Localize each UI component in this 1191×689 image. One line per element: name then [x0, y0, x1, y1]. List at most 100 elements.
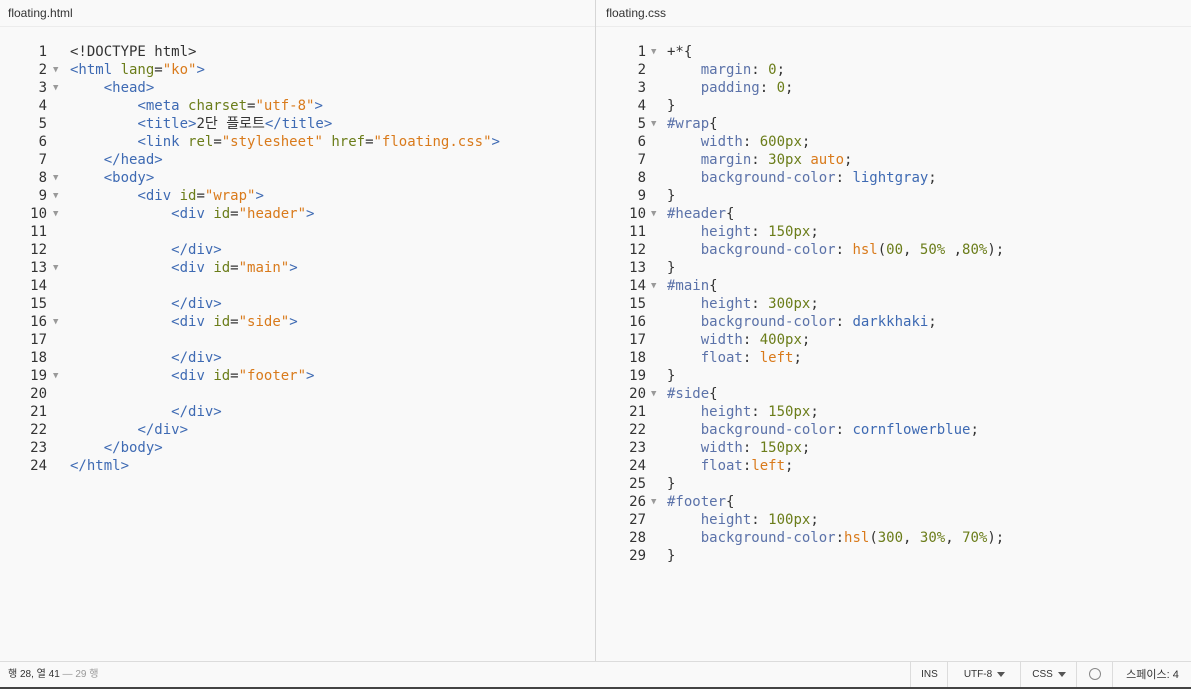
code-line[interactable]: 15 height: 300px;	[596, 295, 1191, 313]
line-content: background-color:hsl(300, 30%, 70%);	[667, 529, 1005, 547]
code-line[interactable]: 22 </div>	[0, 421, 595, 439]
code-line[interactable]: 16 ▼ <div id="side">	[0, 313, 595, 331]
code-line[interactable]: 18 </div>	[0, 349, 595, 367]
code-line[interactable]: 10 ▼ <div id="header">	[0, 205, 595, 223]
code-line[interactable]: 20 ▼ #side{	[596, 385, 1191, 403]
fold-triangle-icon[interactable]: ▼	[651, 205, 656, 223]
fold-triangle-icon[interactable]: ▼	[53, 79, 58, 97]
code-line[interactable]: 23 </body>	[0, 439, 595, 457]
code-line[interactable]: 1 ▼ +*{	[596, 43, 1191, 61]
code-line[interactable]: 17 width: 400px;	[596, 331, 1191, 349]
code-token: </div>	[171, 350, 222, 366]
line-content: }	[667, 475, 675, 493]
pane-filename-left[interactable]: floating.html	[0, 0, 595, 27]
ins-mode-toggle[interactable]: INS	[910, 662, 948, 689]
code-line[interactable]: 18 float: left;	[596, 349, 1191, 367]
code-line[interactable]: 3 padding: 0;	[596, 79, 1191, 97]
line-number: 17	[629, 332, 646, 348]
cursor-position[interactable]: 행 28, 열 41	[8, 669, 60, 680]
code-line[interactable]: 7 margin: 30px auto;	[596, 151, 1191, 169]
code-line[interactable]: 19 ▼ <div id="footer">	[0, 367, 595, 385]
fold-triangle-icon[interactable]: ▼	[651, 493, 656, 511]
code-line[interactable]: 13}	[596, 259, 1191, 277]
code-line[interactable]: 19}	[596, 367, 1191, 385]
code-line[interactable]: 15 </div>	[0, 295, 595, 313]
line-number: 19	[30, 368, 47, 384]
code-line[interactable]: 26 ▼ #footer{	[596, 493, 1191, 511]
code-token: <div	[171, 260, 214, 276]
line-number: 20	[30, 386, 47, 402]
code-line[interactable]: 11	[0, 223, 595, 241]
line-content: <!DOCTYPE html>	[70, 43, 196, 61]
fold-triangle-icon[interactable]: ▼	[651, 277, 656, 295]
editor-pane-right[interactable]: floating.css 1 ▼ +*{2 margin: 0; 3 padding:…	[596, 0, 1191, 661]
code-line[interactable]: 21 height: 150px;	[596, 403, 1191, 421]
line-content: #header{	[667, 205, 734, 223]
code-line[interactable]: 10 ▼ #header{	[596, 205, 1191, 223]
code-line[interactable]: 9 ▼ <div id="wrap">	[0, 187, 595, 205]
code-line[interactable]: 8 background-color: lightgray;	[596, 169, 1191, 187]
language-dropdown[interactable]: CSS	[1020, 662, 1077, 689]
code-line[interactable]: 7 </head>	[0, 151, 595, 169]
code-line[interactable]: 9}	[596, 187, 1191, 205]
code-line[interactable]: 25}	[596, 475, 1191, 493]
code-line[interactable]: 17	[0, 331, 595, 349]
code-line[interactable]: 5 ▼ #wrap{	[596, 115, 1191, 133]
pane-filename-right[interactable]: floating.css	[596, 0, 1191, 27]
code-area-left[interactable]: 1 <!DOCTYPE html> 2 ▼ <html lang="ko"> 3 ▼ <he…	[0, 43, 595, 475]
fold-triangle-icon[interactable]: ▼	[53, 367, 58, 385]
code-line[interactable]: 23 width: 150px;	[596, 439, 1191, 457]
fold-triangle-icon[interactable]: ▼	[53, 187, 58, 205]
code-line[interactable]: 12 </div>	[0, 241, 595, 259]
line-gutter: 2	[0, 61, 47, 79]
code-line[interactable]: 6 <link rel="stylesheet" href="floating.…	[0, 133, 595, 151]
code-line[interactable]: 2 margin: 0;	[596, 61, 1191, 79]
code-line[interactable]: 1 <!DOCTYPE html>	[0, 43, 595, 61]
code-line[interactable]: 14	[0, 277, 595, 295]
code-line[interactable]: 6 width: 600px;	[596, 133, 1191, 151]
line-number: 12	[629, 242, 646, 258]
fold-triangle-icon[interactable]: ▼	[53, 61, 58, 79]
code-line[interactable]: 5 <title>2단 플로트</title>	[0, 115, 595, 133]
line-gutter: 14	[596, 277, 646, 295]
code-line[interactable]: 11 height: 150px;	[596, 223, 1191, 241]
code-token: ;	[928, 314, 937, 330]
code-token: >	[306, 206, 315, 222]
code-line[interactable]: 29}	[596, 547, 1191, 565]
code-line[interactable]: 21 </div>	[0, 403, 595, 421]
fold-triangle-icon[interactable]: ▼	[651, 115, 656, 133]
fold-triangle-icon[interactable]: ▼	[53, 205, 58, 223]
code-line[interactable]: 3 ▼ <head>	[0, 79, 595, 97]
code-area-right[interactable]: 1 ▼ +*{2 margin: 0; 3 padding: 0; 4} 5 ▼ #wrap{…	[596, 43, 1191, 565]
code-line[interactable]: 20	[0, 385, 595, 403]
code-line[interactable]: 14 ▼ #main{	[596, 277, 1191, 295]
code-line[interactable]: 12 background-color: hsl(00, 50% ,80%);	[596, 241, 1191, 259]
code-line[interactable]: 4 <meta charset="utf-8">	[0, 97, 595, 115]
line-number: 27	[629, 512, 646, 528]
code-token: {	[709, 116, 718, 132]
linter-status[interactable]	[1076, 662, 1113, 689]
fold-triangle-icon[interactable]: ▼	[53, 259, 58, 277]
fold-triangle-icon[interactable]: ▼	[651, 385, 656, 403]
code-line[interactable]: 22 background-color: cornflowerblue;	[596, 421, 1191, 439]
code-line[interactable]: 24 </html>	[0, 457, 595, 475]
editor-pane-left[interactable]: floating.html 1 <!DOCTYPE html> 2 ▼ <html la…	[0, 0, 595, 661]
fold-triangle-icon[interactable]: ▼	[53, 313, 58, 331]
code-line[interactable]: 8 ▼ <body>	[0, 169, 595, 187]
line-number: 3	[637, 80, 646, 96]
fold-triangle-icon[interactable]: ▼	[651, 43, 656, 61]
encoding-dropdown[interactable]: UTF-8	[947, 662, 1021, 689]
code-line[interactable]: 16 background-color: darkkhaki;	[596, 313, 1191, 331]
code-line[interactable]: 4}	[596, 97, 1191, 115]
indent-setting[interactable]: 스페이스: 4	[1112, 662, 1191, 689]
code-line[interactable]: 24 float:left;	[596, 457, 1191, 475]
code-line[interactable]: 13 ▼ <div id="main">	[0, 259, 595, 277]
code-line[interactable]: 28 background-color:hsl(300, 30%, 70%);	[596, 529, 1191, 547]
code-line[interactable]: 2 ▼ <html lang="ko">	[0, 61, 595, 79]
fold-triangle-icon[interactable]: ▼	[53, 169, 58, 187]
line-number: 5	[637, 116, 646, 132]
line-gutter: 11	[0, 223, 47, 241]
code-line[interactable]: 27 height: 100px;	[596, 511, 1191, 529]
